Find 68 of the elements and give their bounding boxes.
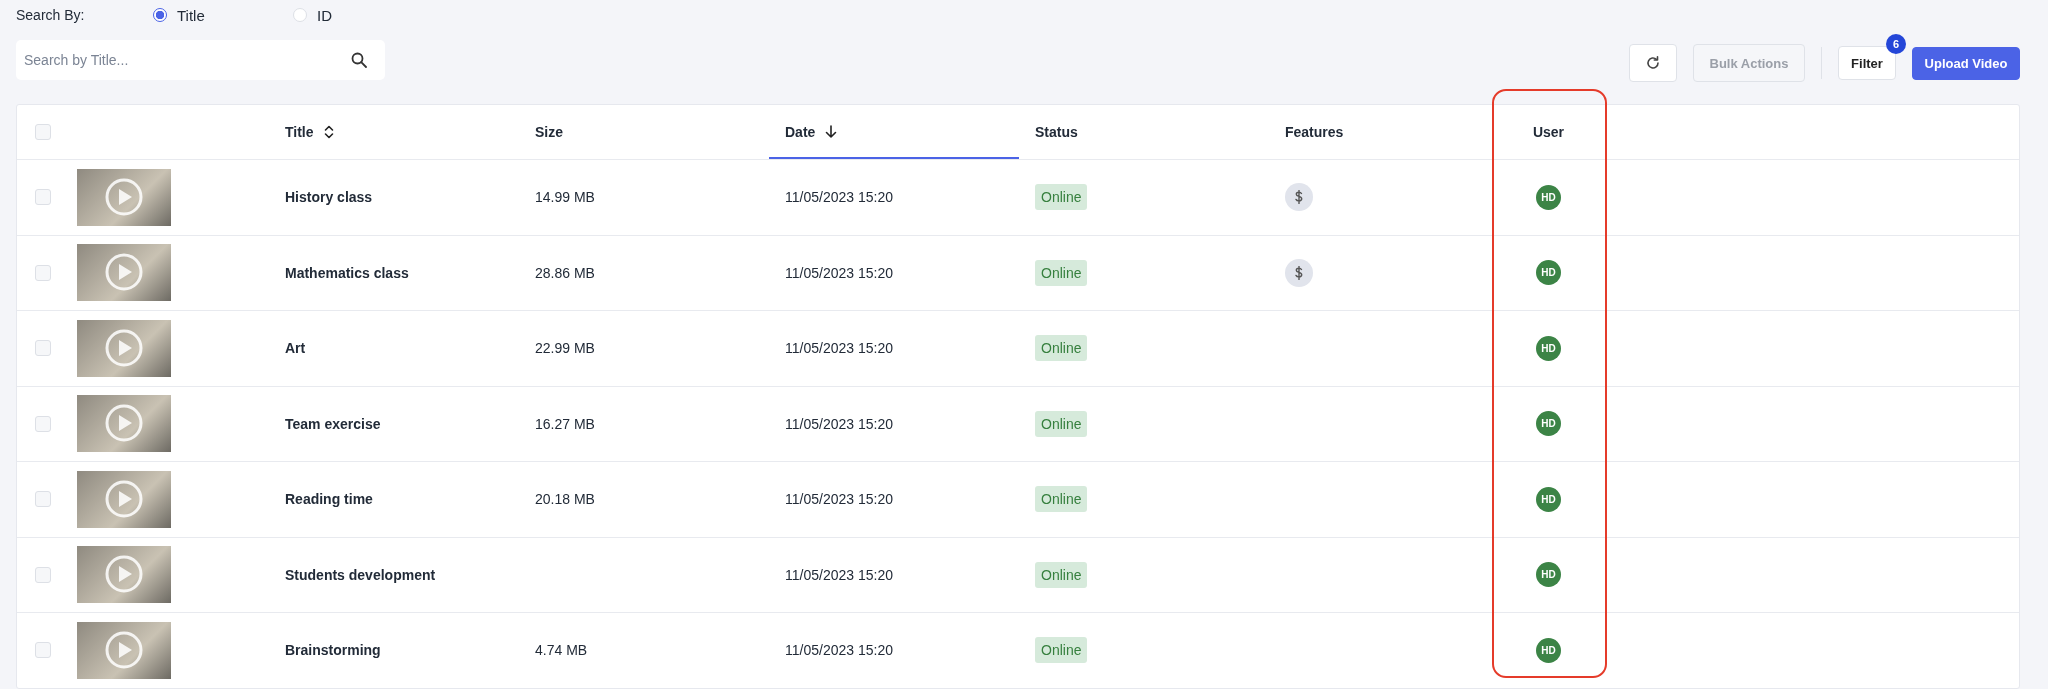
checkbox[interactable] <box>35 264 51 281</box>
sorted-column-header[interactable]: Date <box>769 105 1019 159</box>
file-size: 16.27 MB <box>535 415 595 432</box>
date-text: 11/05/2023 15:20 <box>785 491 893 508</box>
status-badge: Online <box>1035 259 1088 286</box>
checkbox[interactable] <box>35 491 51 508</box>
user-avatar: HD <box>1536 260 1561 286</box>
video-title: Art <box>285 340 306 357</box>
video-title: Team exercise <box>285 415 381 432</box>
checkbox[interactable] <box>35 415 51 432</box>
play-icon <box>104 403 144 444</box>
date-text: 11/05/2023 15:20 <box>785 340 893 357</box>
user-avatar: HD <box>1536 562 1561 588</box>
checkbox[interactable] <box>35 189 51 206</box>
status-badge: Online <box>1035 335 1088 362</box>
checkbox[interactable] <box>35 124 51 140</box>
column-header: Size <box>535 124 563 140</box>
play-icon <box>104 252 144 293</box>
checkbox[interactable] <box>35 340 51 357</box>
dollar-icon <box>1285 258 1313 287</box>
file-size: 28.86 MB <box>535 264 595 281</box>
upload-video-button[interactable]: Upload Video <box>1912 46 2020 80</box>
play-icon <box>104 327 144 368</box>
radio-button[interactable] <box>153 8 167 22</box>
column-header: Features <box>1285 124 1344 140</box>
date-text: 11/05/2023 15:20 <box>785 566 893 583</box>
search-field[interactable]: Search by Title... <box>16 40 385 80</box>
status-badge: Online <box>1035 184 1088 211</box>
date-text: 11/05/2023 15:20 <box>785 264 893 281</box>
checkbox[interactable] <box>35 566 51 583</box>
refresh-button[interactable] <box>1629 44 1677 82</box>
video-title: Brainstorming <box>285 642 381 659</box>
play-icon <box>104 554 144 595</box>
dollar-icon <box>1285 183 1313 212</box>
video-title: Reading time <box>285 491 373 508</box>
user-avatar: HD <box>1536 184 1561 210</box>
file-size: 14.99 MB <box>535 189 595 206</box>
column-header[interactable]: Title <box>285 124 314 140</box>
status-badge: Online <box>1035 561 1088 588</box>
video-title: Students development <box>285 566 436 583</box>
column-header: Status <box>1035 124 1078 140</box>
count-badge: 6 <box>1886 34 1906 54</box>
date-text: 11/05/2023 15:20 <box>785 189 893 206</box>
user-avatar: HD <box>1536 486 1561 512</box>
file-size: 4.74 MB <box>535 642 588 659</box>
refresh-icon <box>1645 55 1661 71</box>
arrow-down-icon <box>825 125 838 139</box>
user-avatar: HD <box>1536 335 1561 361</box>
play-icon <box>104 629 144 670</box>
play-icon <box>104 478 144 519</box>
video-title: Mathematics class <box>285 264 409 281</box>
date-text: 11/05/2023 15:20 <box>785 415 893 432</box>
radio-label[interactable]: Title <box>177 6 205 24</box>
checkbox[interactable] <box>35 642 51 659</box>
radio-label[interactable]: ID <box>317 6 332 24</box>
user-avatar: HD <box>1536 637 1561 663</box>
file-size: 20.18 MB <box>535 491 595 508</box>
video-title: History class <box>285 189 373 206</box>
user-avatar: HD <box>1536 411 1561 437</box>
date-text: 11/05/2023 15:20 <box>785 642 893 659</box>
status-badge: Online <box>1035 637 1088 664</box>
search-icon <box>351 52 367 68</box>
play-icon <box>104 176 144 217</box>
status-badge: Online <box>1035 486 1088 513</box>
column-header: User <box>1532 124 1565 140</box>
file-size: 22.99 MB <box>535 340 595 357</box>
search-by-label: Search By: <box>16 7 86 23</box>
status-badge: Online <box>1035 410 1088 437</box>
